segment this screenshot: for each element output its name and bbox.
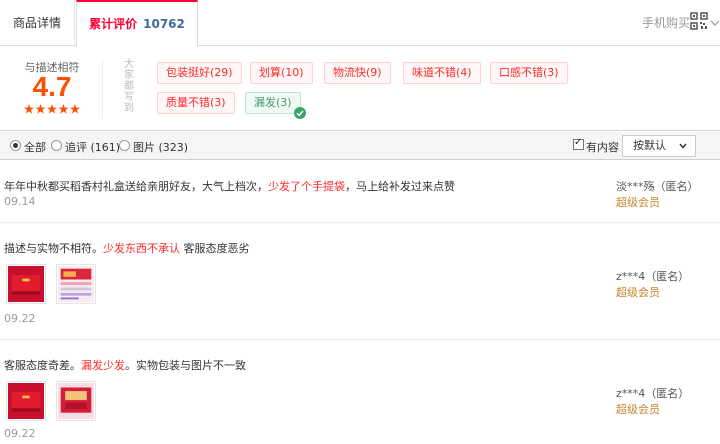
tag-good-quality[interactable]: 质量不错(3) (157, 92, 235, 114)
review-text-part: 描述与实物不相符。 (4, 242, 103, 255)
tab-product-details[interactable]: 商品详情 (0, 0, 75, 46)
tag-packaging-good[interactable]: 包装挺好(29) (157, 62, 242, 84)
everyone-wrote-label: 大家都写到 (124, 59, 134, 114)
chevron-down-icon (679, 143, 687, 149)
radio-followup[interactable] (51, 140, 62, 151)
star-rating-icon (24, 104, 80, 114)
reviewer-level: 超级会员 (616, 403, 660, 416)
photo-gift-box-icon (8, 266, 44, 302)
review-text: 年年中秋都买稻香村礼盒送给亲朋好友，大气上档次，少发了个手提袋，马上给补发过来点… (4, 178, 455, 194)
tab-bar: 商品详情 累计评价 10762 手机购买 (0, 0, 720, 47)
review-text-highlight: 漏发少发 (81, 359, 125, 372)
photo-product-page-icon (58, 266, 94, 302)
review-item: 描述与实物不相符。少发东西不承认 客服态度恶劣 09.22 z***4（匿名） … (0, 224, 720, 340)
radio-followup-label: 追评 (161) (65, 141, 121, 154)
qr-code-icon[interactable] (690, 12, 708, 30)
review-photo-thumbnail[interactable] (56, 381, 96, 421)
tag-label: 口感不错(3) (499, 66, 559, 79)
tab-product-details-label: 商品详情 (12, 16, 61, 30)
tag-label: 质量不错(3) (166, 96, 226, 109)
tab-reviews-label: 累计评价 (89, 17, 138, 31)
reviewer-name: z***4（匿名） (616, 387, 690, 400)
photo-product-box-icon (58, 383, 94, 419)
score-value: 4.7 (32, 71, 72, 102)
review-photo-thumbnail[interactable] (6, 264, 46, 304)
review-text-part: 。实物包装与图片不一致 (125, 359, 246, 372)
review-text-part: 年年中秋都买稻香村礼盒送给亲朋好友，大气上档次， (4, 180, 268, 193)
radio-all[interactable] (10, 140, 21, 151)
review-text: 描述与实物不相符。少发东西不承认 客服态度恶劣 (4, 240, 250, 256)
reviewer-name: z***4（匿名） (616, 270, 690, 283)
chevron-down-icon[interactable] (710, 18, 720, 28)
review-date: 09.14 (4, 195, 36, 208)
rating-summary: 与描述相符 4.7 大家都写到 包装挺好(29) 划算(10) 物流快(9) 味… (0, 47, 720, 131)
tag-label: 物流快(9) (333, 66, 382, 79)
review-text-part: 客服态度恶劣 (180, 242, 250, 255)
tag-label: 漏发(3) (254, 96, 292, 109)
radio-all-label: 全部 (24, 141, 46, 154)
reviewer-name: 淡***殇（匿名） (616, 180, 699, 193)
review-text-part: ，马上给补发过来点赞 (345, 180, 455, 193)
review-text: 客服态度奇差。漏发少发。实物包装与图片不一致 (4, 357, 246, 373)
review-item: 客服态度奇差。漏发少发。实物包装与图片不一致 09.22 z***4（匿名） 超… (0, 341, 720, 444)
review-text-highlight: 少发了个手提袋 (268, 180, 345, 193)
has-content-checkbox[interactable] (573, 137, 584, 150)
review-text-part: 客服态度奇差。 (4, 359, 81, 372)
sort-dropdown-value: 按默认 (633, 139, 666, 152)
review-text-highlight: 少发东西不承认 (103, 242, 180, 255)
review-photo-thumbnail[interactable] (6, 381, 46, 421)
sort-dropdown[interactable]: 按默认 (622, 135, 696, 157)
tag-label: 味道不错(4) (412, 66, 472, 79)
tag-label: 包装挺好(29) (166, 66, 233, 79)
tag-good-value[interactable]: 划算(10) (250, 62, 313, 84)
tag-good-texture[interactable]: 口感不错(3) (490, 62, 568, 84)
tag-fast-shipping[interactable]: 物流快(9) (324, 62, 391, 84)
tag-missing-items[interactable]: 漏发(3) (245, 92, 306, 119)
reviewer-level: 超级会员 (616, 286, 660, 299)
tag-good-taste[interactable]: 味道不错(4) (403, 62, 481, 84)
reviewer-level: 超级会员 (616, 196, 660, 209)
radio-pictures[interactable] (119, 140, 130, 151)
review-date: 09.22 (4, 312, 36, 325)
review-filter-bar: 全部 追评 (161) 图片 (323) 有内容 按默认 (0, 132, 720, 160)
mobile-buy-link[interactable]: 手机购买 (642, 0, 690, 46)
review-item: 年年中秋都买稻香村礼盒送给亲朋好友，大气上档次，少发了个手提袋，马上给补发过来点… (0, 161, 720, 223)
summary-divider (102, 59, 103, 119)
review-date: 09.22 (4, 427, 36, 440)
radio-pictures-label: 图片 (323) (133, 141, 189, 154)
has-content-label: 有内容 (586, 141, 619, 154)
photo-gift-box-icon (8, 383, 44, 419)
review-photo-thumbnail[interactable] (56, 264, 96, 304)
check-icon (293, 107, 306, 119)
tag-label: 划算(10) (259, 66, 304, 79)
reviews-count: 10762 (143, 17, 185, 31)
tab-reviews[interactable]: 累计评价 10762 (76, 0, 198, 47)
